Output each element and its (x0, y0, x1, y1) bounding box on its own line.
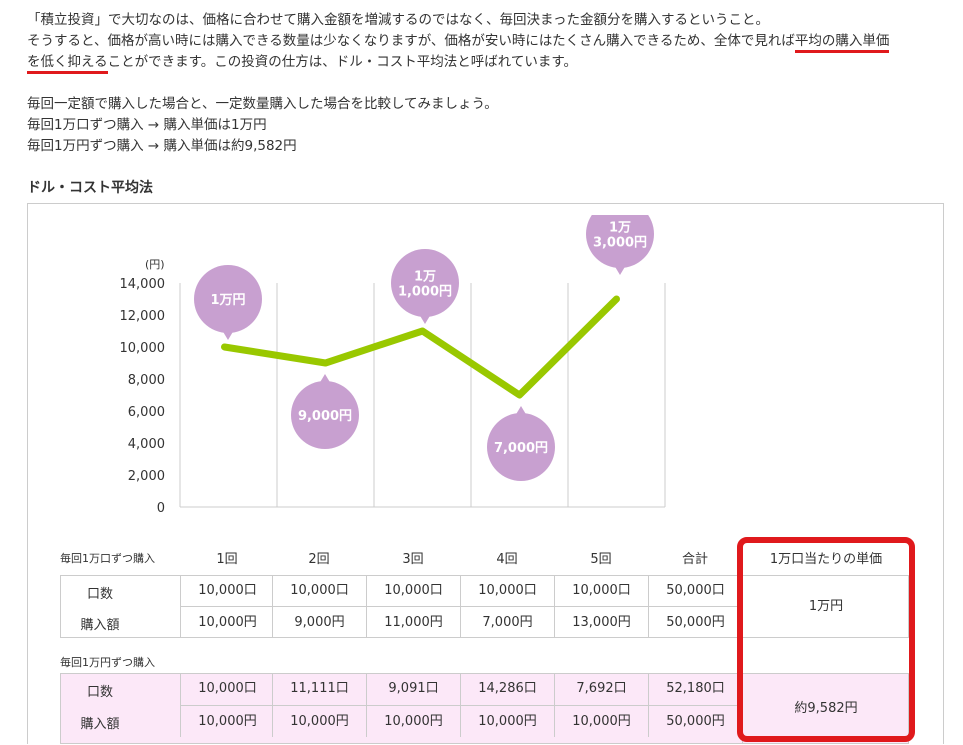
y-tick-label: 10,000 (120, 341, 166, 356)
y-tick-label: 2,000 (128, 469, 165, 484)
table-cell: 10,000円 (460, 705, 554, 737)
compare-paragraph: 毎回一定額で購入した場合と、一定数量購入した場合を比較してみましょう。 毎回1万… (27, 94, 498, 157)
table-cell: 7,692口 (554, 673, 648, 705)
table-cell: 11,111口 (272, 673, 366, 705)
unit-price-highlight-frame (737, 537, 915, 742)
row-label: 購入額 (80, 717, 120, 732)
table-cell: 10,000円 (180, 606, 274, 637)
table-cell: 50,000円 (648, 606, 742, 637)
section2-label: 毎回1万円ずつ購入 (60, 656, 155, 669)
compare-line-2: 毎回1万口ずつ購入 → 購入単価は1万円 (27, 117, 267, 133)
table-cell: 10,000口 (180, 673, 274, 705)
y-tick-label: 12,000 (120, 309, 166, 324)
y-tick-label: 14,000 (120, 277, 166, 292)
table-cell: 10,000口 (272, 575, 366, 606)
table-cell: 9,000円 (272, 606, 366, 637)
table-cell: 7,000円 (460, 606, 554, 637)
data-label: 1万 (414, 270, 436, 285)
column-header: 3回 (402, 552, 424, 567)
column-header: 1回 (216, 552, 238, 567)
compare-line-3: 毎回1万円ずつ購入 → 購入単価は約9,582円 (27, 138, 297, 154)
section-title: ドル・コスト平均法 (27, 180, 153, 196)
table-cell: 10,000円 (272, 705, 366, 737)
column-header: 2回 (308, 552, 330, 567)
data-label: 1,000円 (398, 285, 452, 300)
section1-label: 毎回1万口ずつ購入 (60, 552, 155, 565)
table-cell: 52,180口 (648, 673, 742, 705)
table-cell: 9,091口 (366, 673, 460, 705)
y-tick-label: 8,000 (128, 373, 165, 388)
table-cell: 13,000円 (554, 606, 648, 637)
column-header: 合計 (681, 552, 708, 567)
row-label: 購入額 (80, 618, 120, 633)
y-tick-label: 6,000 (128, 405, 165, 420)
table-cell: 10,000口 (554, 575, 648, 606)
data-label: 7,000円 (494, 441, 548, 456)
data-label: 9,000円 (298, 409, 352, 424)
table-cell: 10,000口 (460, 575, 554, 606)
y-tick-label: 0 (157, 501, 165, 516)
column-header: 5回 (590, 552, 612, 567)
column-header: 4回 (496, 552, 518, 567)
intro-paragraph: 「積立投資」で大切なのは、価格に合わせて購入金額を増減するのではなく、毎回決まっ… (27, 10, 889, 73)
table-cell: 50,000円 (648, 705, 742, 737)
intro-line-1: 「積立投資」で大切なのは、価格に合わせて購入金額を増減するのではなく、毎回決まっ… (27, 12, 769, 28)
highlight-average-price: 平均の購入単価 (794, 33, 890, 49)
table-cell: 14,286口 (460, 673, 554, 705)
intro-line-3b: ことができます。この投資の仕方は、ドル・コスト平均法と呼ばれています。 (107, 54, 578, 70)
table-cell: 10,000円 (366, 705, 460, 737)
data-label: 1万円 (210, 293, 245, 308)
row-label: 口数 (86, 685, 113, 700)
compare-line-1: 毎回一定額で購入した場合と、一定数量購入した場合を比較してみましょう。 (27, 96, 498, 112)
table-cell: 11,000円 (366, 606, 460, 637)
table-cell: 10,000円 (554, 705, 648, 737)
highlight-keep-low: を低く抑える (27, 54, 108, 70)
intro-line-2a: そうすると、価格が高い時には購入できる数量は少なくなりますが、価格が安い時にはた… (27, 33, 795, 49)
y-axis-unit-label: (円) (145, 258, 165, 271)
table-cell: 10,000口 (366, 575, 460, 606)
table-cell: 50,000口 (648, 575, 742, 606)
data-label: 3,000円 (593, 236, 647, 251)
table-cell: 10,000口 (180, 575, 274, 606)
y-tick-label: 4,000 (128, 437, 165, 452)
table-cell: 10,000円 (180, 705, 274, 737)
row-label: 口数 (86, 587, 113, 602)
data-label: 1万 (609, 221, 631, 236)
